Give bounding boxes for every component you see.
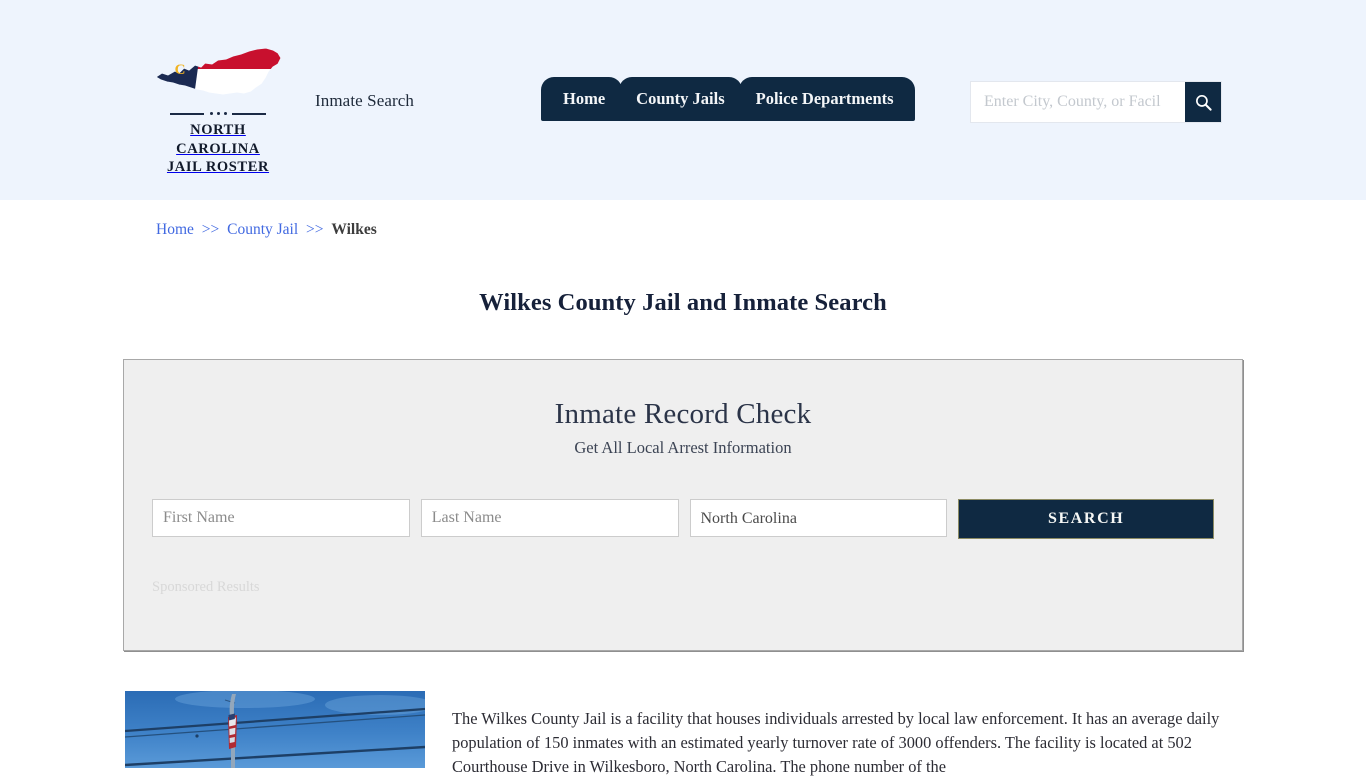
nav-tab-home[interactable]: Home <box>541 77 623 121</box>
site-header: C NORTH CAROLINA JAIL ROSTER Inmate Sear… <box>0 0 1366 200</box>
breadcrumb-item-home[interactable]: Home <box>156 221 194 238</box>
facility-thumbnail <box>125 691 425 768</box>
page-title: Wilkes County Jail and Inmate Search <box>479 289 887 317</box>
site-logo[interactable]: C NORTH CAROLINA JAIL ROSTER <box>148 38 288 177</box>
logo-divider-ornament <box>170 108 266 118</box>
record-check-title: Inmate Record Check <box>554 398 812 430</box>
north-carolina-map-icon: C <box>155 47 282 96</box>
inmate-record-check-panel: Inmate Record Check Get All Local Arrest… <box>123 359 1243 651</box>
search-icon <box>1195 94 1212 111</box>
state-select[interactable]: North Carolina <box>689 499 948 537</box>
header-inner: C NORTH CAROLINA JAIL ROSTER Inmate Sear… <box>0 0 1366 200</box>
sponsored-results-label: Sponsored Results <box>152 579 260 595</box>
site-tagline: Inmate Search <box>315 91 415 110</box>
nav-tab-police-departments[interactable]: Police Departments <box>738 77 915 121</box>
logo-name-line-2: JAIL ROSTER <box>166 159 270 176</box>
header-search-button[interactable] <box>1185 82 1221 122</box>
breadcrumb: Home >> County Jail >> Wilkes <box>156 221 377 239</box>
svg-text:C: C <box>175 62 186 78</box>
record-check-subtitle: Get All Local Arrest Information <box>574 438 792 457</box>
breadcrumb-item-current: Wilkes <box>331 221 377 238</box>
breadcrumb-separator: >> <box>201 221 220 238</box>
breadcrumb-separator: >> <box>306 221 324 238</box>
logo-name-line-1: NORTH CAROLINA <box>176 122 260 157</box>
nav-tab-county-jails[interactable]: County Jails <box>619 77 742 121</box>
last-name-input[interactable] <box>420 499 679 537</box>
flagpole-photo <box>125 691 425 768</box>
first-name-input[interactable] <box>152 499 410 537</box>
inmate-search-form: North Carolina SEARCH <box>124 499 1242 539</box>
header-search-box <box>971 82 1221 122</box>
header-search-input[interactable] <box>971 82 1185 122</box>
facility-description: The Wilkes County Jail is a facility tha… <box>452 709 1220 777</box>
breadcrumb-item-county-jail[interactable]: County Jail <box>227 221 298 238</box>
search-submit-button[interactable]: SEARCH <box>958 499 1214 539</box>
content-row: The Wilkes County Jail is a facility tha… <box>0 691 1366 776</box>
main-navigation: Home County Jails Police Departments <box>541 77 915 121</box>
